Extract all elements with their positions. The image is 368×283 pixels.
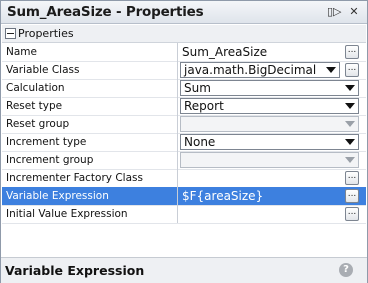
property-row-incrementer-factory-class[interactable]: Incrementer Factory Class ... (2, 169, 366, 188)
property-row-variable-expression[interactable]: Variable Expression $F{areaSize} ... (2, 187, 366, 206)
description-footer: Variable Expression ? (1, 257, 367, 283)
dropdown-value: Sum (184, 81, 211, 95)
title-bar: Sum_AreaSize - Properties ▯▷ ✕ (1, 1, 367, 24)
ellipsis-button[interactable]: ... (345, 207, 359, 221)
chevron-down-icon[interactable] (345, 139, 355, 145)
property-name: Variable Class (6, 64, 80, 76)
property-name: Incrementer Factory Class (6, 172, 143, 184)
property-name: Calculation (6, 82, 65, 94)
calculation-dropdown[interactable]: Sum (180, 80, 359, 96)
property-row-calculation[interactable]: Calculation Sum (2, 79, 366, 98)
increment-type-dropdown[interactable]: None (180, 134, 359, 150)
property-name: Name (6, 46, 37, 58)
selected-property-title: Variable Expression (5, 263, 145, 278)
chevron-down-icon[interactable] (345, 103, 355, 109)
property-row-reset-group[interactable]: Reset group (2, 115, 366, 134)
dropdown-value: None (184, 135, 216, 149)
properties-section-header[interactable]: Properties (2, 25, 366, 43)
reset-type-dropdown[interactable]: Report (180, 98, 359, 114)
ellipsis-button[interactable]: ... (345, 189, 359, 203)
collapse-icon[interactable] (5, 28, 16, 39)
dropdown-value: Report (184, 99, 224, 113)
property-name: Variable Expression (6, 190, 109, 202)
property-name: Reset type (6, 100, 63, 112)
reset-group-dropdown (180, 116, 359, 132)
chevron-down-icon[interactable] (345, 85, 355, 91)
property-name: Increment group (6, 154, 94, 166)
chevron-down-icon (345, 121, 355, 127)
property-row-variable-class[interactable]: Variable Class java.math.BigDecimal ... (2, 61, 366, 80)
property-row-initial-value-expression[interactable]: Initial Value Expression ... (2, 205, 366, 224)
property-row-increment-type[interactable]: Increment type None (2, 133, 366, 152)
ellipsis-button[interactable]: ... (345, 45, 359, 59)
properties-panel: Sum_AreaSize - Properties ▯▷ ✕ Propertie… (0, 0, 368, 283)
property-name: Initial Value Expression (6, 208, 128, 220)
ellipsis-button[interactable]: ... (345, 63, 359, 77)
property-name: Increment type (6, 136, 87, 148)
chevron-down-icon[interactable] (326, 67, 336, 73)
property-row-name[interactable]: Name Sum_AreaSize ... (2, 43, 366, 62)
property-name: Reset group (6, 118, 70, 130)
variable-class-dropdown[interactable]: java.math.BigDecimal (180, 62, 340, 78)
section-label: Properties (18, 27, 74, 40)
dock-icon[interactable]: ▯▷ (327, 5, 342, 19)
increment-group-dropdown (180, 152, 359, 168)
close-icon[interactable]: ✕ (347, 5, 361, 19)
property-value[interactable]: $F{areaSize} (182, 189, 263, 203)
help-icon[interactable]: ? (339, 263, 353, 277)
property-row-reset-type[interactable]: Reset type Report (2, 97, 366, 116)
dropdown-value: java.math.BigDecimal (184, 63, 317, 77)
ellipsis-button[interactable]: ... (345, 171, 359, 185)
property-row-increment-group[interactable]: Increment group (2, 151, 366, 170)
chevron-down-icon (345, 157, 355, 163)
property-value[interactable]: Sum_AreaSize (182, 45, 267, 59)
panel-title: Sum_AreaSize - Properties (7, 4, 204, 20)
